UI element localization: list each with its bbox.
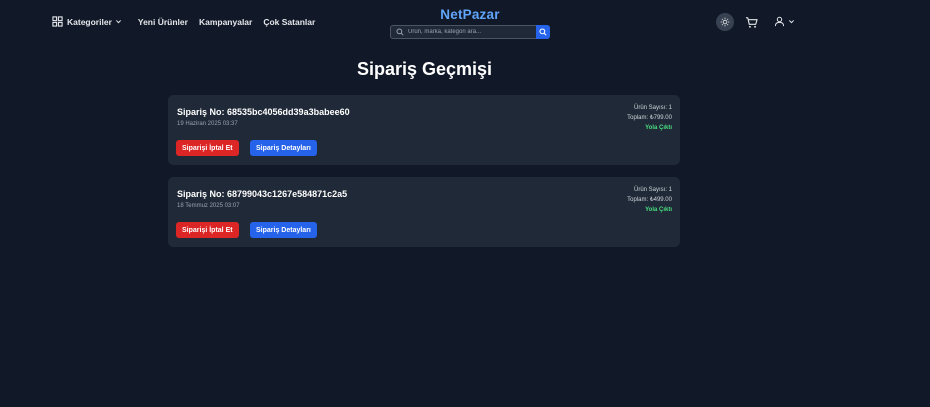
- cart-icon: [745, 17, 758, 28]
- order-item-count: Ürün Sayısı: 1: [633, 187, 672, 193]
- user-icon: [774, 16, 785, 27]
- order-status: Yola Çıktı: [645, 125, 672, 131]
- sun-icon: [720, 17, 730, 27]
- order-card: Sipariş No: 68535bc4056dd39a3babee60 19 …: [168, 95, 680, 165]
- theme-toggle-button[interactable]: [716, 13, 734, 31]
- cancel-order-button[interactable]: Siparişi İptal Et: [176, 222, 239, 238]
- order-summary: Ürün Sayısı: 1 Toplam: ₺799.00 Yola Çıkt…: [627, 103, 672, 133]
- order-status: Yola Çıktı: [645, 207, 672, 213]
- search-input[interactable]: [408, 26, 536, 38]
- user-menu-button[interactable]: [774, 16, 795, 27]
- navbar: Kategoriler Yeni Ürünler Kampanyalar Çok…: [0, 0, 930, 44]
- order-total: Toplam: ₺799.00: [627, 115, 672, 121]
- order-number: Sipariş No: 68535bc4056dd39a3babee60: [177, 107, 350, 117]
- order-date: 19 Haziran 2025 03:37: [177, 121, 238, 127]
- page-title: Sipariş Geçmişi: [356, 59, 493, 79]
- search-icon: [396, 28, 404, 36]
- cancel-order-button[interactable]: Siparişi İptal Et: [176, 140, 239, 156]
- chevron-down-icon: [788, 20, 795, 24]
- order-summary: Ürün Sayısı: 1 Toplam: ₺499.00 Yola Çıkt…: [627, 185, 672, 215]
- search-button[interactable]: [536, 25, 550, 39]
- cart-button[interactable]: [745, 16, 758, 29]
- order-card: Sipariş No: 68799043c1267e584871c2a5 18 …: [168, 177, 680, 247]
- order-date: 18 Temmuz 2025 03:07: [177, 203, 240, 209]
- order-details-button[interactable]: Sipariş Detayları: [250, 222, 317, 238]
- order-number: Sipariş No: 68799043c1267e584871c2a5: [177, 189, 348, 199]
- search-icon: [539, 28, 547, 36]
- order-total: Toplam: ₺499.00: [627, 197, 672, 203]
- order-item-count: Ürün Sayısı: 1: [633, 105, 672, 111]
- search-bar: [390, 25, 550, 39]
- order-details-button[interactable]: Sipariş Detayları: [250, 140, 317, 156]
